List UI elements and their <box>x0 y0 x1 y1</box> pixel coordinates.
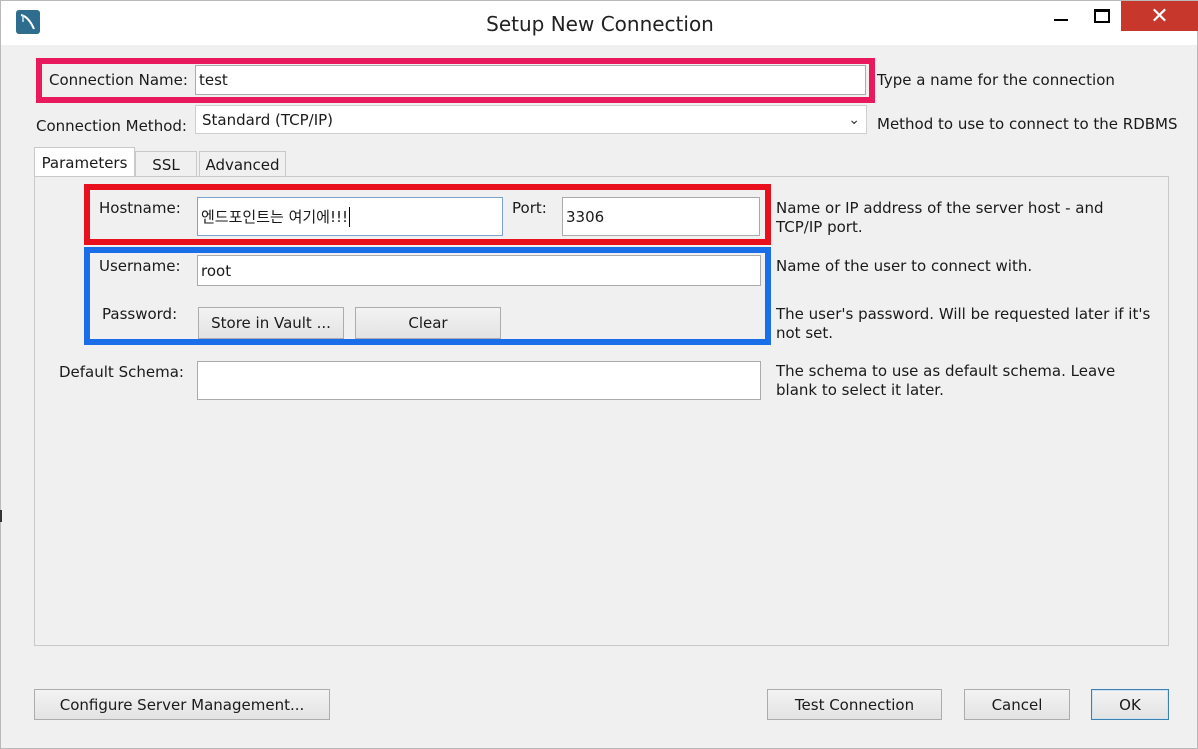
close-button[interactable]: ✕ <box>1121 1 1198 31</box>
connection-name-label: Connection Name: <box>49 71 188 89</box>
default-schema-label: Default Schema: <box>59 363 184 381</box>
title-bar: Setup New Connection ✕ <box>1 1 1198 45</box>
hostname-value: 엔드포인트는 여기에!!! <box>201 208 349 226</box>
hostname-label: Hostname: <box>99 199 181 217</box>
test-connection-button[interactable]: Test Connection <box>767 689 942 720</box>
minimize-button[interactable] <box>1038 1 1084 31</box>
window-title: Setup New Connection <box>486 12 714 36</box>
port-label: Port: <box>512 199 547 217</box>
chevron-down-icon: ⌄ <box>848 112 860 128</box>
password-help-line-2: not set. <box>776 324 834 342</box>
password-label: Password: <box>102 305 178 323</box>
hostname-input[interactable]: 엔드포인트는 여기에!!! <box>197 197 503 236</box>
port-input[interactable]: 3306 <box>562 197 760 236</box>
setup-connection-dialog: Setup New Connection ✕ Connection Name: … <box>0 0 1198 749</box>
configure-server-management-button[interactable]: Configure Server Management... <box>34 689 330 720</box>
password-help: The user's password. Will be requested l… <box>776 305 1150 343</box>
text-caret <box>349 206 351 227</box>
username-help: Name of the user to connect with. <box>776 257 1033 275</box>
default-schema-help-line-1: The schema to use as default schema. Lea… <box>776 362 1116 380</box>
connection-method-select[interactable]: Standard (TCP/IP) ⌄ <box>195 105 867 134</box>
username-label: Username: <box>99 257 181 275</box>
tab-advanced[interactable]: Advanced <box>199 151 286 177</box>
default-schema-input[interactable] <box>197 361 761 400</box>
store-in-vault-button[interactable]: Store in Vault ... <box>198 307 344 339</box>
password-help-line-1: The user's password. Will be requested l… <box>776 305 1151 323</box>
cancel-button[interactable]: Cancel <box>964 689 1070 720</box>
edge-marker <box>0 510 2 522</box>
connection-method-help: Method to use to connect to the RDBMS <box>877 115 1178 133</box>
minimize-icon <box>1054 19 1068 21</box>
host-help-line-2: TCP/IP port. <box>776 218 863 236</box>
default-schema-help-line-2: blank to select it later. <box>776 381 944 399</box>
default-schema-help: The schema to use as default schema. Lea… <box>776 362 1115 400</box>
clear-password-button[interactable]: Clear <box>355 307 501 339</box>
host-help-line-1: Name or IP address of the server host - … <box>776 199 1104 217</box>
host-help: Name or IP address of the server host - … <box>776 199 1103 237</box>
connection-method-value: Standard (TCP/IP) <box>202 110 334 129</box>
tab-parameters[interactable]: Parameters <box>34 147 135 177</box>
ok-button[interactable]: OK <box>1091 689 1169 720</box>
parameters-panel <box>34 176 1169 646</box>
connection-method-label: Connection Method: <box>36 117 187 135</box>
close-icon: ✕ <box>1150 3 1169 29</box>
username-input[interactable]: root <box>197 255 761 286</box>
connection-name-input[interactable]: test <box>195 65 866 95</box>
maximize-icon <box>1094 9 1110 23</box>
maximize-button[interactable] <box>1084 1 1120 31</box>
tab-ssl[interactable]: SSL <box>135 151 197 177</box>
connection-name-help: Type a name for the connection <box>877 71 1115 89</box>
